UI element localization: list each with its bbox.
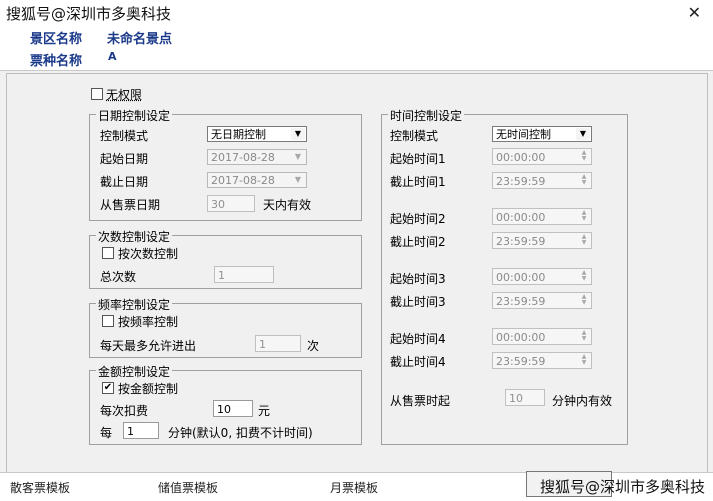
max-entries-label: 每天最多允许进出 bbox=[100, 339, 197, 353]
start-time-3-input[interactable]: 00:00:00 ▲ ▼ bbox=[492, 268, 592, 285]
end-time-2-input[interactable]: 23:59:59 ▲ ▼ bbox=[492, 232, 592, 249]
start-time-3-value: 00:00:00 bbox=[496, 271, 546, 284]
days-valid-label: 天内有效 bbox=[263, 198, 312, 212]
total-count-input[interactable]: 1 bbox=[214, 266, 274, 283]
end-date-picker[interactable]: 2017-08-28 ▼ bbox=[207, 172, 307, 188]
count-control-group: 次数控制设定 按次数控制 总次数 1 bbox=[89, 228, 362, 289]
frequency-control-title: 频率控制设定 bbox=[96, 296, 173, 313]
tab-scattered-ticket-template[interactable]: 散客票模板 bbox=[10, 479, 70, 496]
start-date-picker[interactable]: 2017-08-28 ▼ bbox=[207, 149, 307, 165]
chevron-down-icon: ▼ bbox=[576, 128, 590, 140]
start-time-2-input[interactable]: 00:00:00 ▲ ▼ bbox=[492, 208, 592, 225]
start-time-2-label: 起始时间2 bbox=[390, 212, 446, 226]
date-mode-select[interactable]: 无日期控制 ▼ bbox=[207, 126, 307, 142]
spinner-icon: ▲ ▼ bbox=[581, 209, 587, 222]
frequency-control-label: 按频率控制 bbox=[118, 315, 179, 329]
start-date-label: 起始日期 bbox=[100, 152, 149, 166]
date-control-group: 日期控制设定 控制模式 无日期控制 ▼ 起始日期 2017-08-28 ▼ 截止… bbox=[89, 107, 362, 221]
chevron-down-icon: ▼ bbox=[291, 151, 305, 163]
amount-control-title: 金额控制设定 bbox=[96, 363, 173, 380]
end-time-3-input[interactable]: 23:59:59 ▲ ▼ bbox=[492, 292, 592, 309]
total-count-label: 总次数 bbox=[100, 270, 137, 284]
ticket-info-header: 景区名称 未命名景点 票种名称 A bbox=[0, 26, 713, 71]
end-time-4-value: 23:59:59 bbox=[496, 355, 546, 368]
amount-control-checkbox[interactable]: ✔ bbox=[102, 382, 114, 394]
spinner-icon: ▲ ▼ bbox=[581, 353, 587, 366]
deduct-amount-input[interactable]: 10 bbox=[213, 400, 253, 417]
tab-monthly-ticket-template[interactable]: 月票模板 bbox=[330, 479, 378, 496]
end-time-4-input[interactable]: 23:59:59 ▲ ▼ bbox=[492, 352, 592, 369]
start-date-value: 2017-08-28 bbox=[211, 151, 275, 164]
time-mode-label: 控制模式 bbox=[390, 129, 439, 143]
frequency-control-group: 频率控制设定 按频率控制 每天最多允许进出 1 次 bbox=[89, 296, 362, 358]
end-time-2-label: 截止时间2 bbox=[390, 235, 446, 249]
count-control-label: 按次数控制 bbox=[118, 247, 179, 261]
start-time-1-input[interactable]: 00:00:00 ▲ ▼ bbox=[492, 148, 592, 165]
valid-days-input[interactable]: 30 bbox=[207, 195, 255, 212]
end-time-3-label: 截止时间3 bbox=[390, 295, 446, 309]
end-time-1-input[interactable]: 23:59:59 ▲ ▼ bbox=[492, 172, 592, 189]
amount-control-label: 按金额控制 bbox=[118, 382, 179, 396]
watermark-text-bottom: 搜狐号@深圳市多奥科技 bbox=[540, 478, 706, 496]
minutes-valid-label: 分钟内有效 bbox=[552, 394, 613, 408]
yuan-unit-label: 元 bbox=[258, 404, 271, 418]
end-date-label: 截止日期 bbox=[100, 175, 149, 189]
ticket-type-value: A bbox=[108, 50, 117, 63]
close-icon[interactable]: ✕ bbox=[688, 3, 701, 22]
start-time-1-label: 起始时间1 bbox=[390, 152, 446, 166]
start-time-4-label: 起始时间4 bbox=[390, 332, 446, 346]
per-minutes-input[interactable]: 1 bbox=[123, 422, 159, 439]
start-time-2-value: 00:00:00 bbox=[496, 211, 546, 224]
time-mode-value: 无时间控制 bbox=[496, 128, 551, 141]
start-time-4-value: 00:00:00 bbox=[496, 331, 546, 344]
date-mode-label: 控制模式 bbox=[100, 129, 149, 143]
frequency-control-checkbox[interactable] bbox=[102, 315, 114, 327]
scenic-name-value: 未命名景点 bbox=[107, 32, 173, 47]
date-mode-value: 无日期控制 bbox=[211, 128, 266, 141]
scenic-name-label: 景区名称 bbox=[30, 32, 83, 47]
max-entries-input[interactable]: 1 bbox=[255, 335, 301, 352]
ticket-type-label: 票种名称 bbox=[30, 54, 83, 69]
time-control-title: 时间控制设定 bbox=[388, 107, 465, 124]
start-time-4-input[interactable]: 00:00:00 ▲ ▼ bbox=[492, 328, 592, 345]
end-time-1-value: 23:59:59 bbox=[496, 175, 546, 188]
spinner-icon: ▲ ▼ bbox=[581, 329, 587, 342]
spinner-icon: ▲ ▼ bbox=[581, 233, 587, 246]
from-sale-date-label: 从售票日期 bbox=[100, 198, 161, 212]
title-bar: 搜狐号@深圳市多奥科技 ✕ bbox=[0, 0, 713, 26]
count-control-title: 次数控制设定 bbox=[96, 228, 173, 245]
chevron-down-icon: ▼ bbox=[291, 128, 305, 140]
spinner-icon: ▲ ▼ bbox=[581, 293, 587, 306]
watermark-text: 搜狐号@深圳市多奥科技 bbox=[6, 5, 172, 23]
valid-minutes-input[interactable]: 10 bbox=[505, 389, 545, 406]
unlimited-label: 无权限 bbox=[106, 88, 143, 102]
times-unit-label: 次 bbox=[307, 339, 320, 353]
spinner-icon: ▲ ▼ bbox=[581, 173, 587, 186]
end-date-value: 2017-08-28 bbox=[211, 174, 275, 187]
spinner-icon: ▲ ▼ bbox=[581, 149, 587, 162]
amount-control-group: 金额控制设定 ✔ 按金额控制 每次扣费 10 元 每 1 分钟(默认0, 扣费不… bbox=[89, 363, 362, 445]
from-sale-time-label: 从售票时起 bbox=[390, 394, 451, 408]
per-minutes-note: 分钟(默认0, 扣费不计时间) bbox=[168, 426, 313, 440]
unlimited-checkbox[interactable] bbox=[91, 88, 103, 100]
spinner-icon: ▲ ▼ bbox=[581, 269, 587, 282]
end-time-2-value: 23:59:59 bbox=[496, 235, 546, 248]
chevron-down-icon: ▼ bbox=[291, 174, 305, 186]
time-control-group: 时间控制设定 控制模式 无时间控制 ▼ 起始时间1 00:00:00 ▲ ▼ 截止时… bbox=[381, 107, 628, 445]
settings-panel: 无权限 日期控制设定 控制模式 无日期控制 ▼ 起始日期 2017-08-28 … bbox=[6, 73, 708, 473]
per-label: 每 bbox=[100, 426, 113, 440]
deduct-per-use-label: 每次扣费 bbox=[100, 404, 149, 418]
checkmark-icon: ✔ bbox=[103, 382, 113, 393]
end-time-3-value: 23:59:59 bbox=[496, 295, 546, 308]
start-time-3-label: 起始时间3 bbox=[390, 272, 446, 286]
count-control-checkbox[interactable] bbox=[102, 247, 114, 259]
tab-stored-value-ticket-template[interactable]: 储值票模板 bbox=[158, 479, 218, 496]
end-time-4-label: 截止时间4 bbox=[390, 355, 446, 369]
time-mode-select[interactable]: 无时间控制 ▼ bbox=[492, 126, 592, 142]
date-control-title: 日期控制设定 bbox=[96, 107, 173, 124]
end-time-1-label: 截止时间1 bbox=[390, 175, 446, 189]
start-time-1-value: 00:00:00 bbox=[496, 151, 546, 164]
